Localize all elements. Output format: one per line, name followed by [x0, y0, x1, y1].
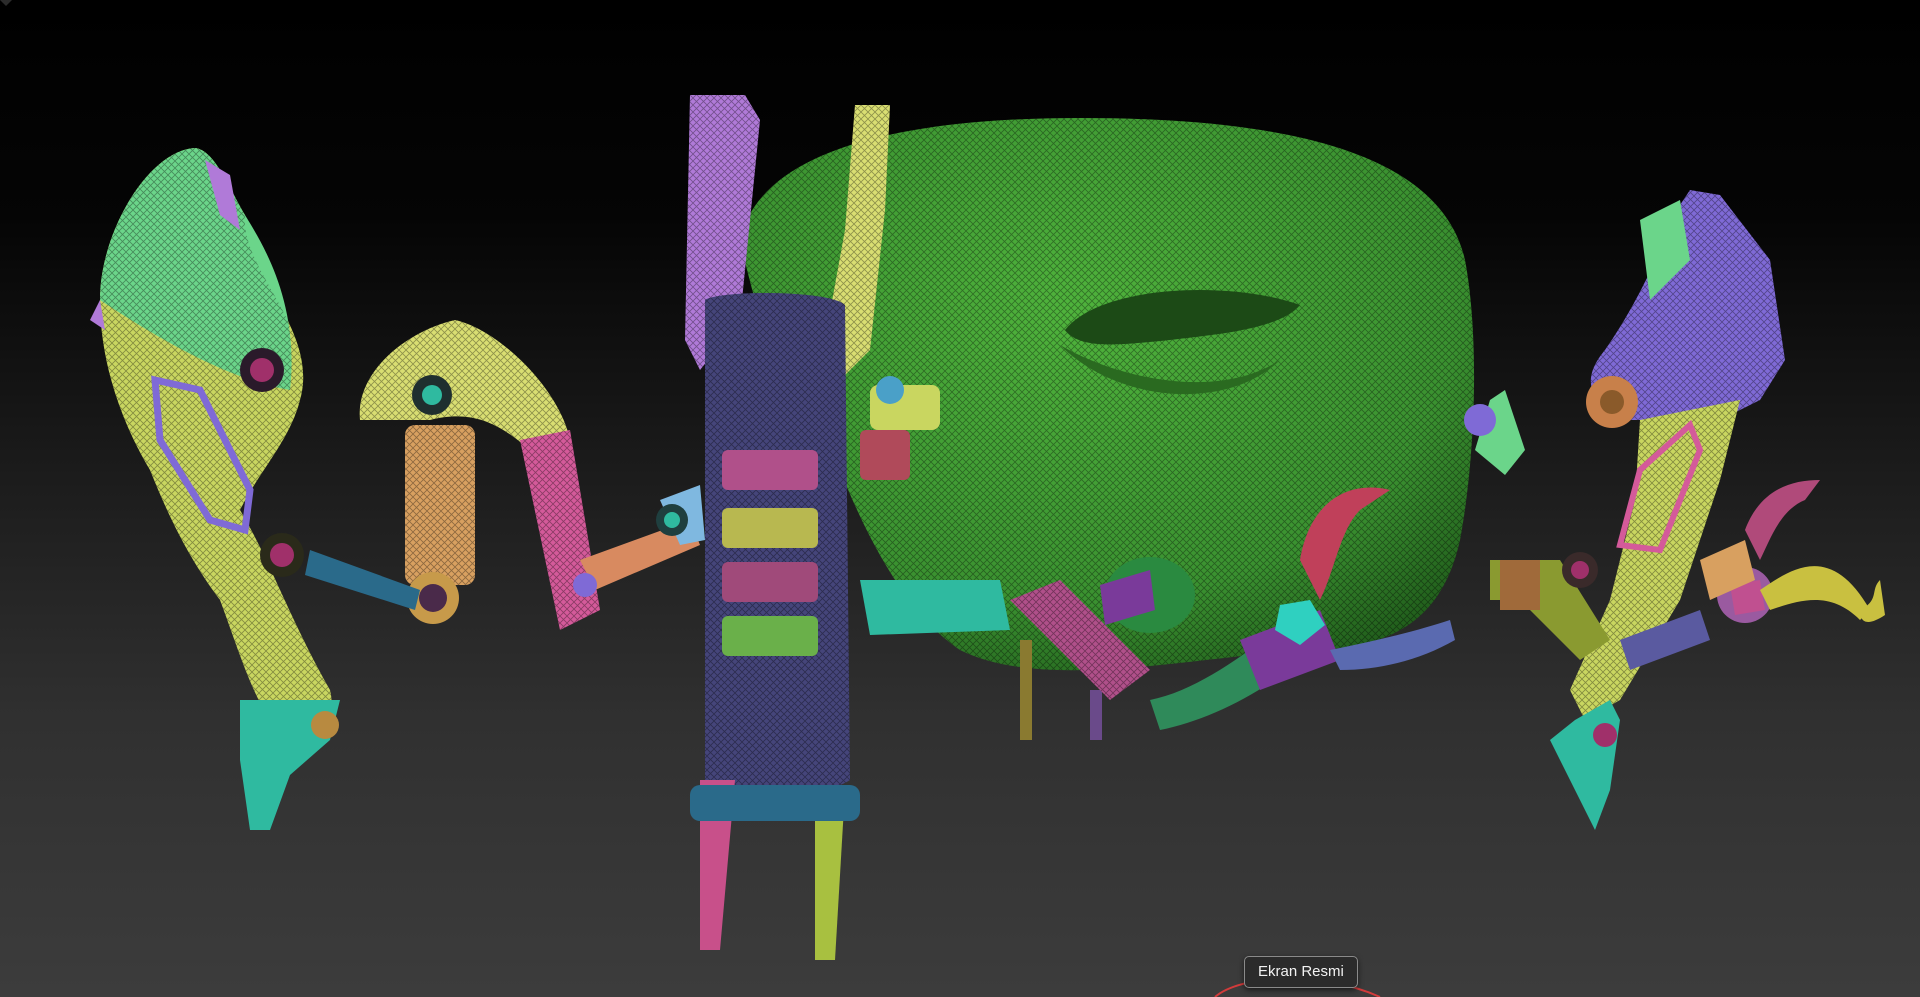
- right-arm: [1464, 190, 1785, 830]
- screenshot-tooltip: Ekran Resmi: [1244, 956, 1358, 988]
- robot-mesh-model[interactable]: [0, 0, 1920, 997]
- 3d-viewport[interactable]: Ekran Resmi: [0, 0, 1920, 997]
- left-arm: [90, 148, 340, 830]
- tooltip-arrow-icon: [0, 0, 12, 6]
- left-mid-limb: [305, 320, 705, 630]
- right-claw: [1700, 480, 1885, 623]
- tread-wheel: [690, 293, 860, 960]
